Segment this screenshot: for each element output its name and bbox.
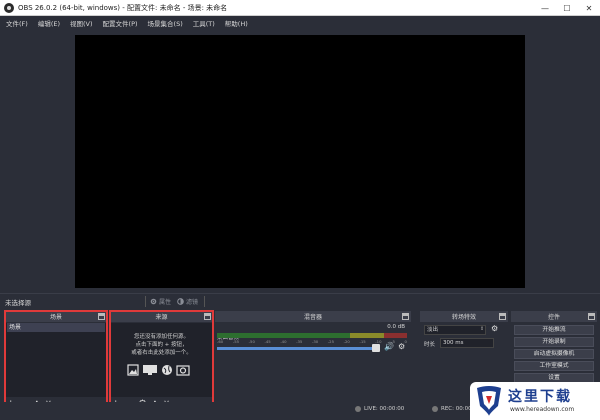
live-time: LIVE: 00:00:00 <box>364 406 405 412</box>
rec-indicator-icon <box>432 406 438 412</box>
menu-tools[interactable]: 工具(T) <box>193 18 215 28</box>
toolbar-divider <box>204 296 206 307</box>
toolbar-divider <box>145 296 146 307</box>
live-indicator-icon <box>355 406 361 412</box>
obs-logo-icon <box>4 2 14 13</box>
watermark: 这里下载 www.hereadown.com <box>470 382 600 420</box>
duration-label: 时长 <box>424 342 436 348</box>
watermark-url: www.hereadown.com <box>510 406 575 413</box>
start-recording-button[interactable]: 开始录制 <box>514 337 594 347</box>
properties-button[interactable]: 属性 <box>150 297 171 306</box>
watermark-logo-icon <box>477 386 501 416</box>
mixer-header: 混音器 <box>215 311 411 322</box>
preview-canvas[interactable] <box>75 35 525 288</box>
title-bar: OBS 26.0.2 (64-bit, windows) - 配置文件: 未命名… <box>0 0 600 16</box>
transitions-title: 转场特效 <box>451 314 476 321</box>
speaker-icon[interactable]: 🔊 <box>384 342 394 351</box>
transition-select[interactable]: 淡出 <box>424 325 486 335</box>
meter-tick: -40 <box>280 339 287 344</box>
no-source-label: 未选择源 <box>5 298 31 307</box>
meter-tick: -25 <box>327 339 334 344</box>
gear-icon[interactable]: ⚙ <box>398 342 405 351</box>
transitions-header: 转场特效 <box>420 311 508 322</box>
menu-bar: 文件(F) 编辑(E) 视图(V) 配置文件(P) 场景集合(S) 工具(T) … <box>0 16 600 30</box>
mixer-track: 桌面音频 0.0 dB -60 -55 -50 -45 -40 -35 -30 … <box>217 324 407 352</box>
menu-profile[interactable]: 配置文件(P) <box>103 18 138 28</box>
gear-icon[interactable]: ⚙ <box>491 324 498 333</box>
highlight-box <box>109 310 214 413</box>
live-status: LIVE: 00:00:00 <box>355 406 404 412</box>
menu-edit[interactable]: 编辑(E) <box>38 18 60 28</box>
filters-label: 滤镜 <box>186 299 199 306</box>
chevron-updown-icon[interactable]: ⇕ <box>480 326 484 332</box>
volume-slider[interactable] <box>217 347 377 350</box>
minimize-button[interactable]: — <box>534 0 556 16</box>
window-title: OBS 26.0.2 (64-bit, windows) - 配置文件: 未命名… <box>18 3 228 12</box>
controls-title: 控件 <box>547 314 560 321</box>
undock-icon[interactable] <box>402 313 409 320</box>
volume-slider-handle[interactable] <box>372 344 380 352</box>
scenes-dock: 场景 场景 + — ∧ ∨ <box>4 310 108 413</box>
volume-meter <box>217 333 407 338</box>
audio-mixer-dock: 混音器 桌面音频 0.0 dB -60 -55 -50 -45 -40 -35 … <box>215 311 411 411</box>
watermark-text: 这里下载 <box>508 389 572 405</box>
source-toolbar: 未选择源 属性 滤镜 <box>0 293 600 309</box>
highlight-box <box>4 310 108 413</box>
meter-tick: -30 <box>311 339 319 344</box>
menu-scene-collection[interactable]: 场景集合(S) <box>148 18 183 28</box>
meter-tick: -60 <box>217 339 224 344</box>
sources-dock: 来源 您还没有添加任何源。 点击下面的 + 按钮， 或者右击此处添加一个。 + … <box>109 310 214 413</box>
filters-button[interactable]: 滤镜 <box>177 297 198 306</box>
start-streaming-button[interactable]: 开始推流 <box>514 325 594 335</box>
duration-input[interactable]: 300 ms <box>440 338 494 348</box>
menu-view[interactable]: 视图(V) <box>70 18 93 28</box>
maximize-button[interactable]: ☐ <box>556 0 578 16</box>
studio-mode-button[interactable]: 工作室模式 <box>514 361 594 371</box>
meter-tick: -15 <box>359 339 366 344</box>
meter-tick: -35 <box>296 339 303 344</box>
close-button[interactable]: ✕ <box>578 0 600 16</box>
meter-tick: -50 <box>248 339 255 344</box>
meter-tick: -55 <box>232 339 240 344</box>
controls-header: 控件 <box>511 311 597 322</box>
gear-icon <box>150 298 157 305</box>
obs-window: OBS 26.0.2 (64-bit, windows) - 配置文件: 未命名… <box>0 0 600 420</box>
mixer-title: 混音器 <box>303 314 322 321</box>
filter-icon <box>177 298 184 305</box>
undock-icon[interactable] <box>499 313 506 320</box>
undock-icon[interactable] <box>588 313 595 320</box>
properties-label: 属性 <box>159 299 172 306</box>
menu-file[interactable]: 文件(F) <box>6 18 28 28</box>
track-db: 0.0 dB <box>387 324 405 330</box>
start-virtual-camera-button[interactable]: 启动虚拟摄像机 <box>514 349 594 359</box>
meter-tick: -45 <box>264 339 271 344</box>
meter-tick: -20 <box>343 339 350 344</box>
menu-help[interactable]: 帮助(H) <box>225 18 248 28</box>
